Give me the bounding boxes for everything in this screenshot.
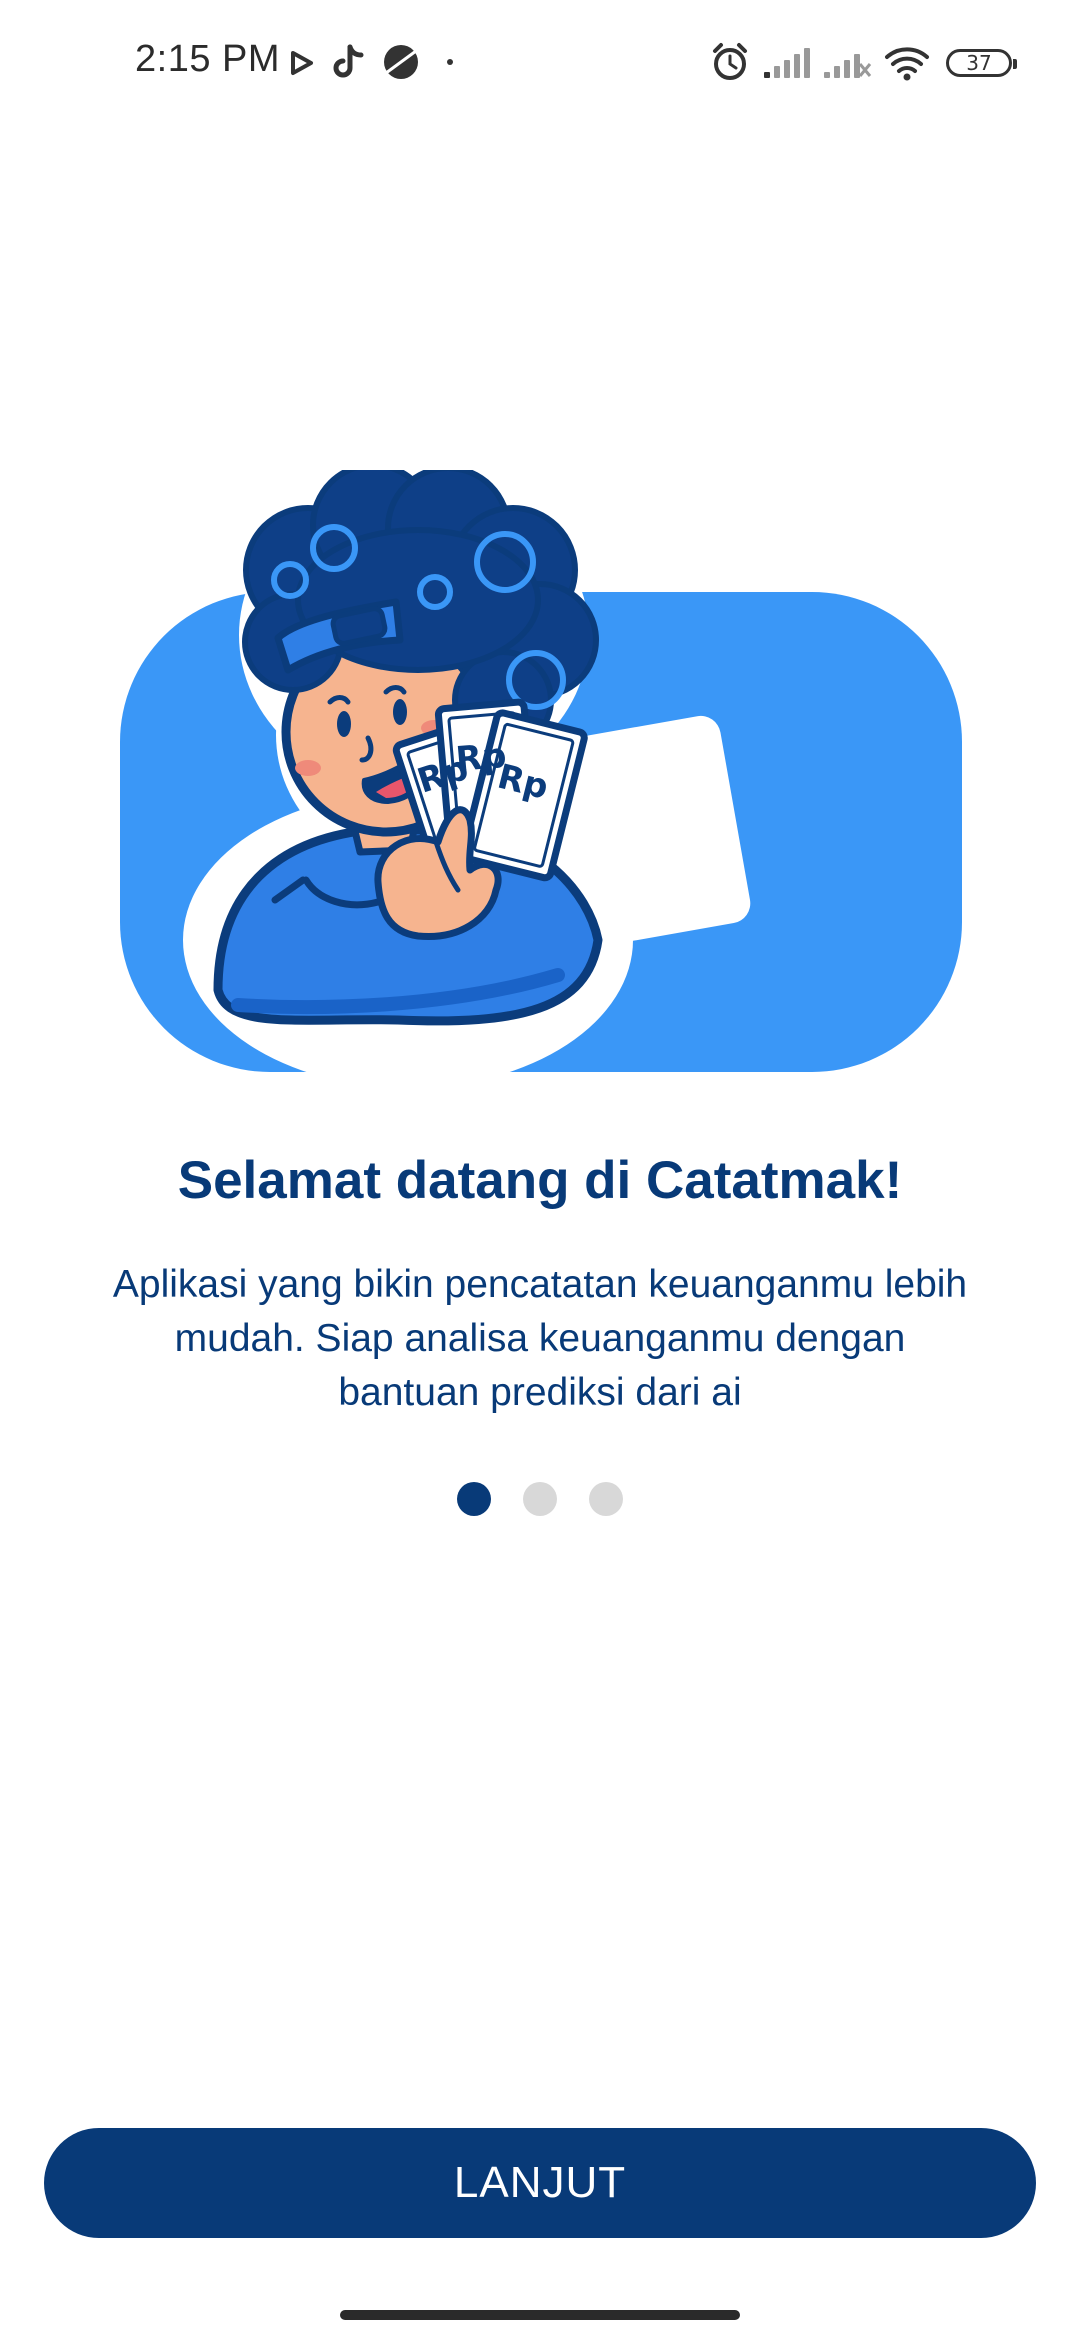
mascot-illustration: Rp Rp Rp bbox=[120, 470, 962, 1080]
signal-icon bbox=[764, 48, 810, 78]
status-time: 2:15 PM bbox=[135, 38, 281, 80]
alarm-icon bbox=[713, 43, 747, 80]
next-button[interactable]: LANJUT bbox=[44, 2128, 1036, 2238]
page-dot-active[interactable] bbox=[457, 1482, 491, 1516]
wifi-icon bbox=[885, 47, 929, 81]
onboarding-screen: 2:15 PM 37 Rp Rp Rp Selamat datang di Ca… bbox=[0, 0, 1080, 2340]
signal-x-icon bbox=[824, 54, 872, 78]
page-indicator bbox=[0, 1482, 1080, 1516]
welcome-description: Aplikasi yang bikin pencatatan keuanganm… bbox=[112, 1263, 968, 1414]
tiktok-icon bbox=[333, 44, 364, 78]
page-dot[interactable] bbox=[589, 1482, 623, 1516]
battery-icon: 37 bbox=[946, 49, 1017, 77]
page-dot[interactable] bbox=[523, 1482, 557, 1516]
dot-icon bbox=[447, 59, 453, 65]
status-bar: 2:15 PM 37 bbox=[0, 0, 1080, 125]
welcome-title: Selamat datang di Catatmak! bbox=[177, 1151, 903, 1210]
home-indicator[interactable] bbox=[340, 2310, 740, 2320]
browser-icon bbox=[384, 45, 418, 79]
play-icon bbox=[291, 51, 313, 75]
